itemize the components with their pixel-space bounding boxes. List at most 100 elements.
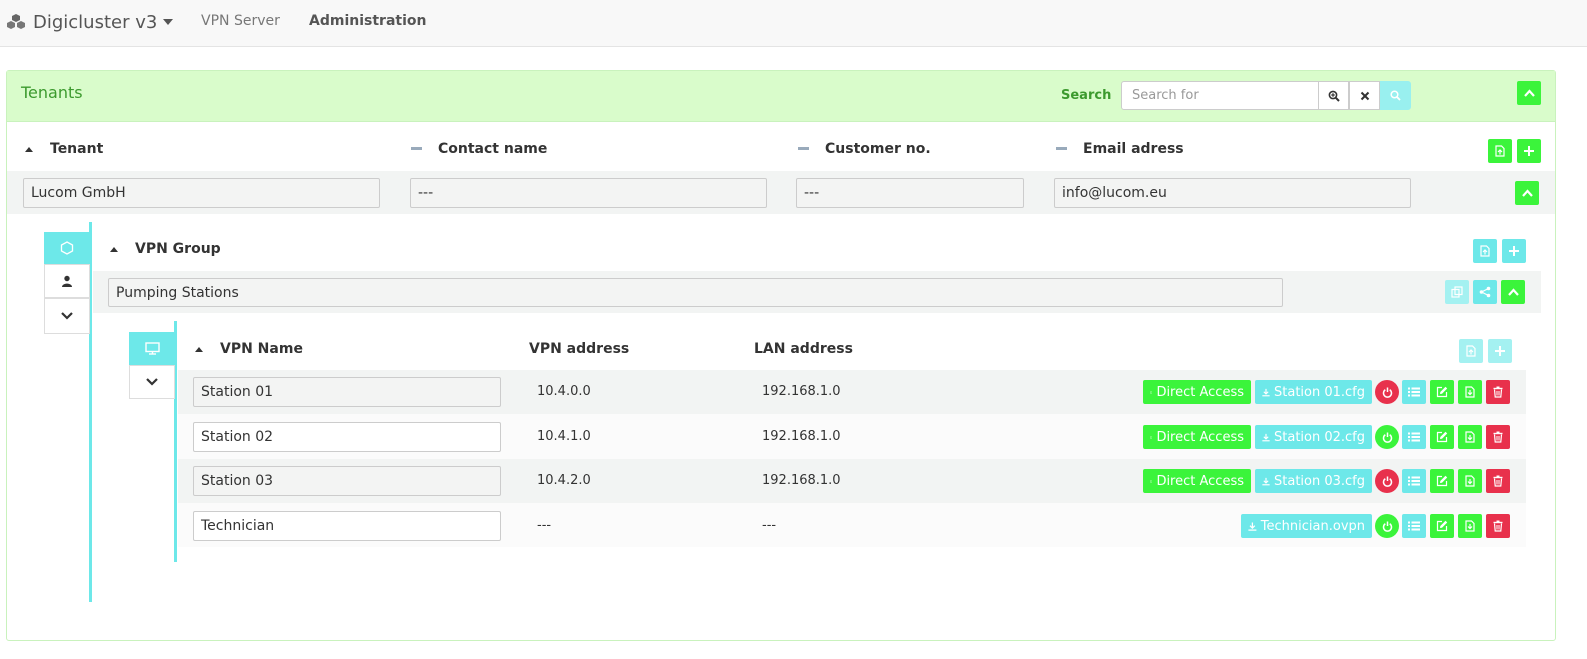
brand-dropdown[interactable]: Digicluster v3 bbox=[5, 8, 174, 36]
sort-none-icon[interactable] bbox=[1056, 147, 1067, 150]
lan-address: --- bbox=[762, 518, 777, 533]
col-vpn-name[interactable]: VPN Name bbox=[220, 341, 303, 357]
col-contact-name[interactable]: Contact name bbox=[438, 141, 547, 157]
external-link-icon bbox=[1150, 479, 1153, 483]
file-download-icon bbox=[1465, 475, 1475, 487]
delete-button[interactable] bbox=[1486, 514, 1510, 538]
col-vpn-address[interactable]: VPN address bbox=[529, 341, 629, 357]
collapse-tenant-button[interactable] bbox=[1515, 181, 1539, 205]
vpn-name-field[interactable]: Technician bbox=[193, 511, 501, 541]
sort-none-icon[interactable] bbox=[798, 147, 809, 150]
export-button[interactable] bbox=[1458, 425, 1482, 449]
customer-no-field[interactable]: --- bbox=[796, 178, 1024, 208]
edit-button[interactable] bbox=[1430, 469, 1454, 493]
vpn-name-field[interactable]: Station 03 bbox=[193, 466, 501, 496]
delete-button[interactable] bbox=[1486, 469, 1510, 493]
tab-expand-vpn[interactable] bbox=[129, 365, 175, 399]
direct-access-button[interactable]: Direct Access bbox=[1143, 425, 1251, 449]
direct-access-button[interactable]: Direct Access bbox=[1143, 380, 1251, 404]
nav-administration[interactable]: Administration bbox=[309, 13, 426, 29]
direct-access-label: Direct Access bbox=[1156, 429, 1244, 445]
import-vpn-button[interactable] bbox=[1459, 339, 1483, 363]
list-button[interactable] bbox=[1402, 380, 1426, 404]
chevron-up-icon bbox=[1521, 189, 1533, 197]
delete-button[interactable] bbox=[1486, 380, 1510, 404]
tab-expand[interactable] bbox=[44, 298, 90, 334]
col-vpn-group[interactable]: VPN Group bbox=[135, 241, 221, 257]
sort-asc-icon[interactable] bbox=[25, 147, 33, 152]
edit-icon bbox=[1436, 386, 1448, 398]
vpn-address: 10.4.2.0 bbox=[537, 473, 591, 488]
config-file-label: Station 03.cfg bbox=[1274, 473, 1365, 489]
sort-asc-icon[interactable] bbox=[195, 347, 203, 352]
add-vpn-button[interactable] bbox=[1488, 339, 1512, 363]
power-button-online[interactable] bbox=[1375, 514, 1399, 538]
vpn-name-field[interactable]: Station 01 bbox=[193, 377, 501, 407]
delete-button[interactable] bbox=[1486, 425, 1510, 449]
power-button-online[interactable] bbox=[1375, 425, 1399, 449]
chevron-up-icon bbox=[1523, 89, 1535, 97]
import-tenant-button[interactable] bbox=[1488, 139, 1512, 163]
zoom-in-icon bbox=[1328, 90, 1340, 102]
import-group-button[interactable] bbox=[1473, 239, 1497, 263]
tab-group[interactable] bbox=[44, 232, 90, 264]
vpn-address: --- bbox=[537, 518, 552, 533]
add-tenant-button[interactable] bbox=[1517, 139, 1541, 163]
collapse-group-button[interactable] bbox=[1501, 280, 1525, 304]
cubes-icon bbox=[7, 14, 25, 29]
sort-none-icon[interactable] bbox=[411, 147, 422, 150]
edit-button[interactable] bbox=[1430, 514, 1454, 538]
edit-button[interactable] bbox=[1430, 380, 1454, 404]
brand-title: Digicluster v3 bbox=[33, 11, 158, 33]
col-email[interactable]: Email adress bbox=[1083, 141, 1184, 157]
share-icon bbox=[1479, 286, 1491, 298]
group-name-field[interactable]: Pumping Stations bbox=[108, 278, 1283, 307]
plus-icon bbox=[1495, 346, 1505, 356]
list-button[interactable] bbox=[1402, 425, 1426, 449]
search-submit-button[interactable] bbox=[1380, 81, 1411, 110]
sort-asc-icon[interactable] bbox=[110, 247, 118, 252]
list-icon bbox=[1408, 476, 1420, 486]
tenant-name-field[interactable]: Lucom GmbH bbox=[23, 178, 380, 208]
copy-icon bbox=[1451, 286, 1463, 298]
export-button[interactable] bbox=[1458, 514, 1482, 538]
export-button[interactable] bbox=[1458, 380, 1482, 404]
col-tenant[interactable]: Tenant bbox=[50, 141, 103, 157]
tab-devices[interactable] bbox=[129, 332, 175, 365]
col-lan-address[interactable]: LAN address bbox=[754, 341, 853, 357]
file-upload-icon bbox=[1466, 345, 1476, 357]
collapse-panel-button[interactable] bbox=[1517, 81, 1541, 105]
download-config-button[interactable]: Station 02.cfg bbox=[1255, 425, 1372, 449]
power-icon bbox=[1382, 432, 1392, 443]
download-config-button[interactable]: Station 03.cfg bbox=[1255, 469, 1372, 493]
contact-name-field[interactable]: --- bbox=[410, 178, 767, 208]
chevron-down-icon bbox=[146, 378, 158, 386]
download-config-button[interactable]: Technician.ovpn bbox=[1241, 514, 1372, 538]
email-field[interactable]: info@lucom.eu bbox=[1054, 178, 1411, 208]
export-button[interactable] bbox=[1458, 469, 1482, 493]
lan-address: 192.168.1.0 bbox=[762, 473, 841, 488]
col-customer-no[interactable]: Customer no. bbox=[825, 141, 931, 157]
list-button[interactable] bbox=[1402, 469, 1426, 493]
search-input[interactable] bbox=[1121, 81, 1319, 110]
tab-users[interactable] bbox=[44, 264, 90, 298]
vpn-name-field[interactable]: Station 02 bbox=[193, 422, 501, 452]
lan-address: 192.168.1.0 bbox=[762, 429, 841, 444]
direct-access-button[interactable]: Direct Access bbox=[1143, 469, 1251, 493]
list-icon bbox=[1408, 432, 1420, 442]
close-icon bbox=[1360, 91, 1369, 100]
user-icon bbox=[62, 275, 72, 287]
config-file-label: Technician.ovpn bbox=[1260, 518, 1365, 534]
share-group-button[interactable] bbox=[1473, 280, 1497, 304]
edit-button[interactable] bbox=[1430, 425, 1454, 449]
power-button-offline[interactable] bbox=[1375, 380, 1399, 404]
copy-group-button[interactable] bbox=[1445, 280, 1469, 304]
download-config-button[interactable]: Station 01.cfg bbox=[1255, 380, 1372, 404]
add-group-button[interactable] bbox=[1502, 239, 1526, 263]
vpn-address: 10.4.1.0 bbox=[537, 429, 591, 444]
nav-vpn-server[interactable]: VPN Server bbox=[201, 13, 280, 29]
search-clear-button[interactable] bbox=[1349, 81, 1380, 110]
power-button-offline[interactable] bbox=[1375, 469, 1399, 493]
search-zoom-button[interactable] bbox=[1318, 81, 1349, 110]
list-button[interactable] bbox=[1402, 514, 1426, 538]
